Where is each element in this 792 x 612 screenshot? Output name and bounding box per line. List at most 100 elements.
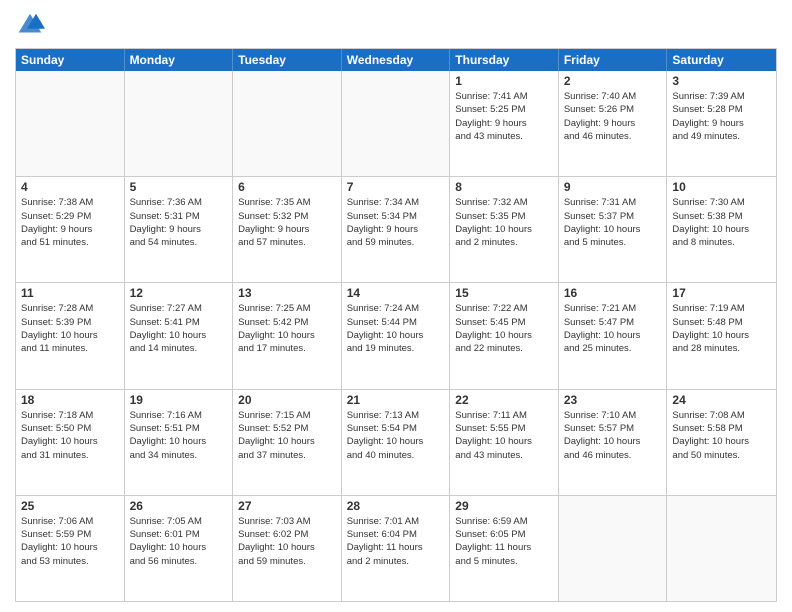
day-info: Sunrise: 7:31 AM Sunset: 5:37 PM Dayligh… bbox=[564, 196, 662, 249]
cal-cell-16: 16 Sunrise: 7:21 AM Sunset: 5:47 PM Dayli… bbox=[559, 283, 668, 388]
cal-header-friday: Friday bbox=[559, 49, 668, 71]
day-info: Sunrise: 7:03 AM Sunset: 6:02 PM Dayligh… bbox=[238, 515, 336, 568]
day-info: Sunrise: 7:06 AM Sunset: 5:59 PM Dayligh… bbox=[21, 515, 119, 568]
cal-cell-20: 20Sunrise: 7:15 AM Sunset: 5:52 PM Dayli… bbox=[233, 390, 342, 495]
day-info: Sunrise: 7:30 AM Sunset: 5:38 PM Dayligh… bbox=[672, 196, 771, 249]
day-number: 22 bbox=[455, 393, 553, 407]
cal-cell-8: 8Sunrise: 7:32 AM Sunset: 5:35 PM Daylig… bbox=[450, 177, 559, 282]
day-number: 4 bbox=[21, 180, 119, 194]
day-number: 1 bbox=[455, 74, 553, 88]
cal-week-1: 4 Sunrise: 7:38 AM Sunset: 5:29 PM Daylig… bbox=[16, 177, 776, 283]
cal-cell-25: 25 Sunrise: 7:06 AM Sunset: 5:59 PM Dayli… bbox=[16, 496, 125, 601]
day-number: 14 bbox=[347, 286, 445, 300]
cal-cell-1: 1 Sunrise: 7:41 AM Sunset: 5:25 PM Daylig… bbox=[450, 71, 559, 176]
cal-header-wednesday: Wednesday bbox=[342, 49, 451, 71]
day-info: Sunrise: 7:10 AM Sunset: 5:57 PM Dayligh… bbox=[564, 409, 662, 462]
day-number: 2 bbox=[564, 74, 662, 88]
cal-cell-empty-0-0 bbox=[16, 71, 125, 176]
day-info: Sunrise: 7:19 AM Sunset: 5:48 PM Dayligh… bbox=[672, 302, 771, 355]
cal-cell-2: 2 Sunrise: 7:40 AM Sunset: 5:26 PM Daylig… bbox=[559, 71, 668, 176]
day-number: 6 bbox=[238, 180, 336, 194]
cal-cell-21: 21 Sunrise: 7:13 AM Sunset: 5:54 PM Dayli… bbox=[342, 390, 451, 495]
day-info: Sunrise: 7:32 AM Sunset: 5:35 PM Dayligh… bbox=[455, 196, 553, 249]
day-number: 28 bbox=[347, 499, 445, 513]
day-number: 16 bbox=[564, 286, 662, 300]
cal-cell-26: 26 Sunrise: 7:05 AM Sunset: 6:01 PM Dayli… bbox=[125, 496, 234, 601]
day-info: Sunrise: 7:35 AM Sunset: 5:32 PM Dayligh… bbox=[238, 196, 336, 249]
cal-cell-17: 17 Sunrise: 7:19 AM Sunset: 5:48 PM Dayli… bbox=[667, 283, 776, 388]
cal-cell-28: 28 Sunrise: 7:01 AM Sunset: 6:04 PM Dayli… bbox=[342, 496, 451, 601]
cal-cell-14: 14 Sunrise: 7:24 AM Sunset: 5:44 PM Dayli… bbox=[342, 283, 451, 388]
cal-cell-13: 13 Sunrise: 7:25 AM Sunset: 5:42 PM Dayli… bbox=[233, 283, 342, 388]
cal-cell-10: 10 Sunrise: 7:30 AM Sunset: 5:38 PM Dayli… bbox=[667, 177, 776, 282]
day-number: 26 bbox=[130, 499, 228, 513]
day-number: 11 bbox=[21, 286, 119, 300]
day-info: Sunrise: 7:22 AM Sunset: 5:45 PM Dayligh… bbox=[455, 302, 553, 355]
day-info: Sunrise: 6:59 AM Sunset: 6:05 PM Dayligh… bbox=[455, 515, 553, 568]
day-info: Sunrise: 7:24 AM Sunset: 5:44 PM Dayligh… bbox=[347, 302, 445, 355]
day-number: 10 bbox=[672, 180, 771, 194]
day-number: 24 bbox=[672, 393, 771, 407]
day-number: 23 bbox=[564, 393, 662, 407]
day-info: Sunrise: 7:01 AM Sunset: 6:04 PM Dayligh… bbox=[347, 515, 445, 568]
cal-cell-12: 12 Sunrise: 7:27 AM Sunset: 5:41 PM Dayli… bbox=[125, 283, 234, 388]
day-number: 12 bbox=[130, 286, 228, 300]
cal-cell-empty-0-3 bbox=[342, 71, 451, 176]
cal-cell-empty-0-2 bbox=[233, 71, 342, 176]
day-info: Sunrise: 7:41 AM Sunset: 5:25 PM Dayligh… bbox=[455, 90, 553, 143]
day-number: 21 bbox=[347, 393, 445, 407]
cal-header-tuesday: Tuesday bbox=[233, 49, 342, 71]
day-info: Sunrise: 7:25 AM Sunset: 5:42 PM Dayligh… bbox=[238, 302, 336, 355]
day-info: Sunrise: 7:36 AM Sunset: 5:31 PM Dayligh… bbox=[130, 196, 228, 249]
calendar-body: 1 Sunrise: 7:41 AM Sunset: 5:25 PM Daylig… bbox=[16, 71, 776, 601]
logo-icon bbox=[15, 10, 45, 40]
cal-cell-3: 3Sunrise: 7:39 AM Sunset: 5:28 PM Daylig… bbox=[667, 71, 776, 176]
cal-cell-19: 19 Sunrise: 7:16 AM Sunset: 5:51 PM Dayli… bbox=[125, 390, 234, 495]
day-number: 29 bbox=[455, 499, 553, 513]
day-info: Sunrise: 7:15 AM Sunset: 5:52 PM Dayligh… bbox=[238, 409, 336, 462]
cal-week-2: 11 Sunrise: 7:28 AM Sunset: 5:39 PM Dayli… bbox=[16, 283, 776, 389]
day-info: Sunrise: 7:28 AM Sunset: 5:39 PM Dayligh… bbox=[21, 302, 119, 355]
calendar: SundayMondayTuesdayWednesdayThursdayFrid… bbox=[15, 48, 777, 602]
day-info: Sunrise: 7:18 AM Sunset: 5:50 PM Dayligh… bbox=[21, 409, 119, 462]
day-number: 9 bbox=[564, 180, 662, 194]
cal-cell-5: 5 Sunrise: 7:36 AM Sunset: 5:31 PM Daylig… bbox=[125, 177, 234, 282]
day-info: Sunrise: 7:21 AM Sunset: 5:47 PM Dayligh… bbox=[564, 302, 662, 355]
day-info: Sunrise: 7:16 AM Sunset: 5:51 PM Dayligh… bbox=[130, 409, 228, 462]
cal-week-0: 1 Sunrise: 7:41 AM Sunset: 5:25 PM Daylig… bbox=[16, 71, 776, 177]
cal-cell-4: 4 Sunrise: 7:38 AM Sunset: 5:29 PM Daylig… bbox=[16, 177, 125, 282]
cal-header-sunday: Sunday bbox=[16, 49, 125, 71]
cal-cell-7: 7Sunrise: 7:34 AM Sunset: 5:34 PM Daylig… bbox=[342, 177, 451, 282]
cal-cell-27: 27 Sunrise: 7:03 AM Sunset: 6:02 PM Dayli… bbox=[233, 496, 342, 601]
day-number: 15 bbox=[455, 286, 553, 300]
day-number: 17 bbox=[672, 286, 771, 300]
day-info: Sunrise: 7:27 AM Sunset: 5:41 PM Dayligh… bbox=[130, 302, 228, 355]
day-info: Sunrise: 7:13 AM Sunset: 5:54 PM Dayligh… bbox=[347, 409, 445, 462]
day-info: Sunrise: 7:34 AM Sunset: 5:34 PM Dayligh… bbox=[347, 196, 445, 249]
cal-week-3: 18 Sunrise: 7:18 AM Sunset: 5:50 PM Dayli… bbox=[16, 390, 776, 496]
day-number: 19 bbox=[130, 393, 228, 407]
logo bbox=[15, 10, 49, 40]
page: SundayMondayTuesdayWednesdayThursdayFrid… bbox=[0, 0, 792, 612]
cal-cell-empty-4-6 bbox=[667, 496, 776, 601]
cal-cell-29: 29 Sunrise: 6:59 AM Sunset: 6:05 PM Dayli… bbox=[450, 496, 559, 601]
cal-week-4: 25 Sunrise: 7:06 AM Sunset: 5:59 PM Dayli… bbox=[16, 496, 776, 601]
day-info: Sunrise: 7:08 AM Sunset: 5:58 PM Dayligh… bbox=[672, 409, 771, 462]
day-info: Sunrise: 7:11 AM Sunset: 5:55 PM Dayligh… bbox=[455, 409, 553, 462]
cal-cell-23: 23 Sunrise: 7:10 AM Sunset: 5:57 PM Dayli… bbox=[559, 390, 668, 495]
day-info: Sunrise: 7:39 AM Sunset: 5:28 PM Dayligh… bbox=[672, 90, 771, 143]
cal-cell-empty-0-1 bbox=[125, 71, 234, 176]
calendar-header: SundayMondayTuesdayWednesdayThursdayFrid… bbox=[16, 49, 776, 71]
day-number: 5 bbox=[130, 180, 228, 194]
day-number: 18 bbox=[21, 393, 119, 407]
cal-cell-24: 24 Sunrise: 7:08 AM Sunset: 5:58 PM Dayli… bbox=[667, 390, 776, 495]
day-info: Sunrise: 7:05 AM Sunset: 6:01 PM Dayligh… bbox=[130, 515, 228, 568]
day-number: 25 bbox=[21, 499, 119, 513]
cal-cell-6: 6 Sunrise: 7:35 AM Sunset: 5:32 PM Daylig… bbox=[233, 177, 342, 282]
day-number: 27 bbox=[238, 499, 336, 513]
day-info: Sunrise: 7:40 AM Sunset: 5:26 PM Dayligh… bbox=[564, 90, 662, 143]
day-number: 13 bbox=[238, 286, 336, 300]
day-info: Sunrise: 7:38 AM Sunset: 5:29 PM Dayligh… bbox=[21, 196, 119, 249]
header bbox=[15, 10, 777, 40]
cal-header-thursday: Thursday bbox=[450, 49, 559, 71]
